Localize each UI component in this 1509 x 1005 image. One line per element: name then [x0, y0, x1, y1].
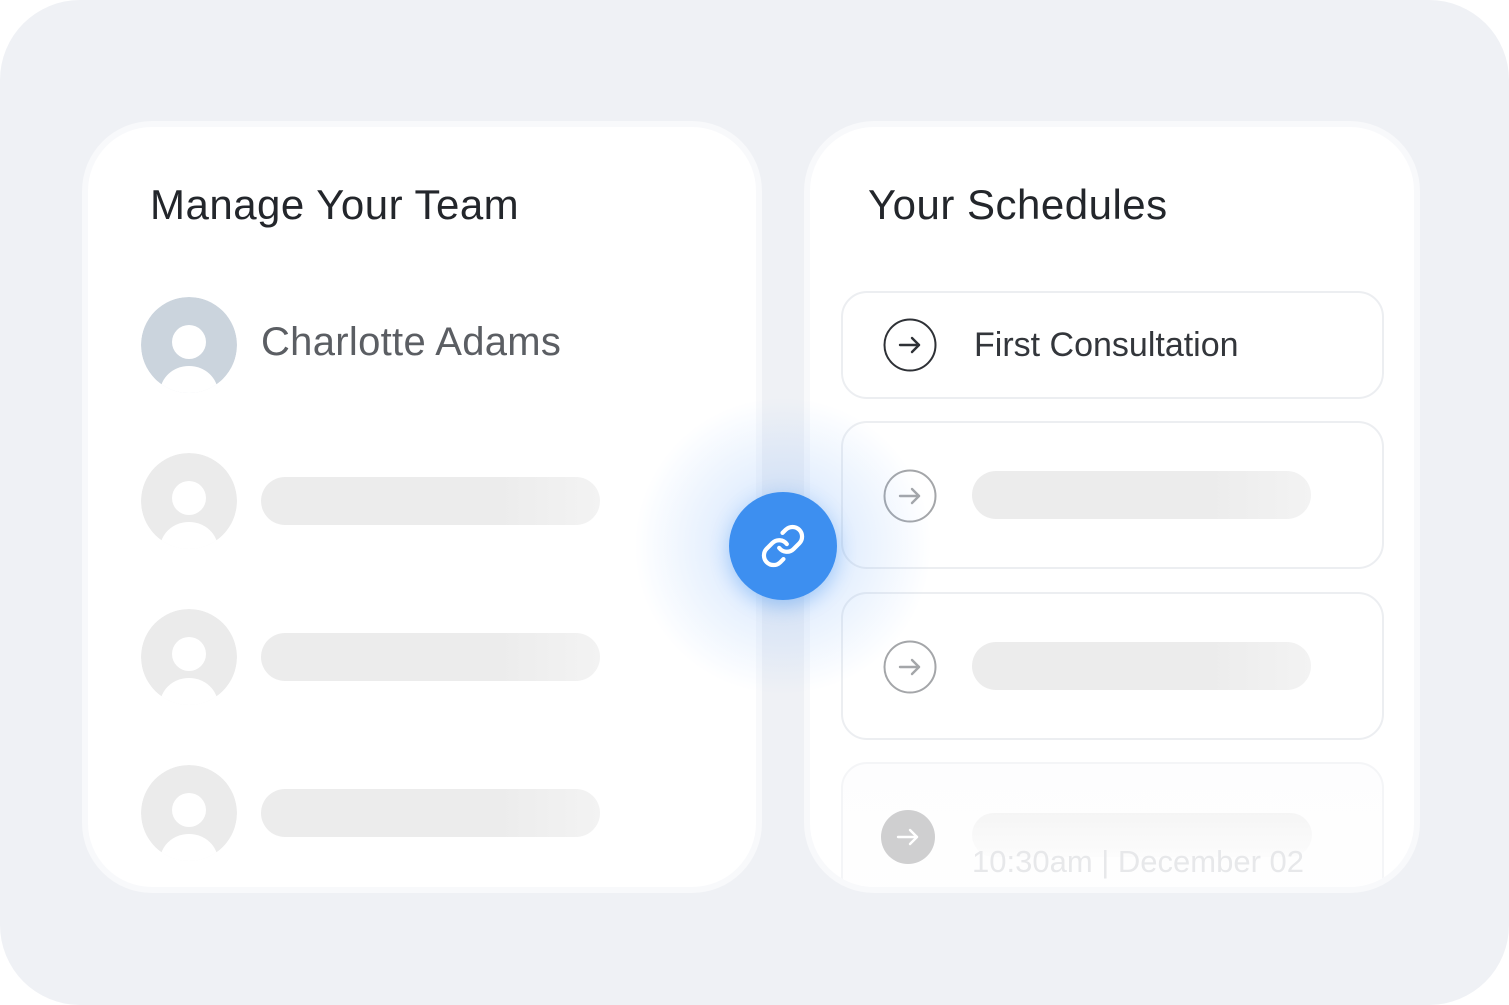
app-frame: Manage Your Team Charlotte Adams Your Sc… [0, 0, 1509, 1005]
arrow-right-icon [883, 640, 937, 694]
skeleton-bar [972, 471, 1311, 519]
avatar-placeholder [141, 609, 237, 705]
schedule-card: Your Schedules First Consultation 10:30a… [810, 127, 1414, 887]
avatar[interactable] [141, 297, 237, 393]
arrow-right-icon [881, 810, 935, 864]
schedule-item-label: First Consultation [974, 326, 1239, 364]
arrow-right-icon [883, 469, 937, 523]
link-icon [761, 524, 805, 568]
skeleton-bar [261, 477, 600, 525]
schedule-item[interactable]: First Consultation [841, 291, 1384, 399]
schedule-item-placeholder [841, 421, 1384, 569]
skeleton-bar [972, 642, 1311, 690]
link-button[interactable] [729, 492, 837, 600]
team-card: Manage Your Team Charlotte Adams [88, 127, 756, 887]
schedule-time: 10:30am | December 02 [972, 844, 1305, 879]
avatar-placeholder [141, 453, 237, 549]
avatar-placeholder [141, 765, 237, 861]
skeleton-bar [261, 633, 600, 681]
skeleton-bar [261, 789, 600, 837]
schedule-item-placeholder [841, 592, 1384, 740]
member-name[interactable]: Charlotte Adams [261, 320, 561, 365]
schedule-card-title: Your Schedules [868, 181, 1168, 228]
arrow-right-icon [883, 318, 937, 372]
team-card-title: Manage Your Team [150, 181, 520, 228]
